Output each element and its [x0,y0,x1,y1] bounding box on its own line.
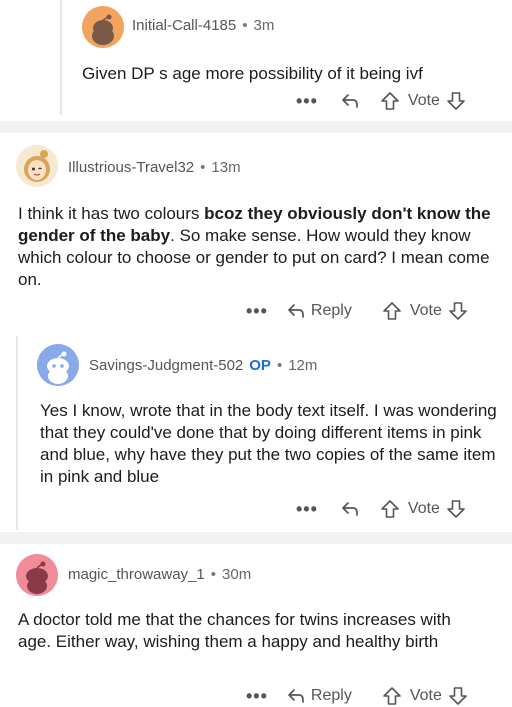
separator: • [276,357,283,374]
comment-4: magic_throwaway_1 • 30m A doctor told me… [0,544,512,707]
username[interactable]: magic_throwaway_1 [68,566,205,583]
upvote-button[interactable] [380,499,400,519]
reply-button[interactable] [340,500,360,518]
comment-actions: ••• Vote [296,87,466,115]
separator: • [210,566,217,583]
upvote-icon [381,92,399,110]
reply-icon [342,94,358,108]
more-options-button[interactable]: ••• [246,301,268,322]
upvote-button[interactable] [382,686,402,706]
timestamp: 30m [222,566,252,583]
reply-label: Reply [310,302,352,319]
comment-meta: Initial-Call-4185 • 3m [132,17,274,34]
comment-meta: Savings-Judgment-502 OP • 12m [89,357,317,374]
downvote-icon [447,92,465,110]
username[interactable]: Initial-Call-4185 [132,17,236,34]
snoo-avatar-icon [37,344,79,386]
avatar[interactable] [37,344,79,386]
upvote-button[interactable] [380,91,400,111]
comment-actions: ••• Reply Vote [246,297,468,325]
timestamp: 13m [211,159,241,176]
reply-button[interactable]: Reply [286,302,352,320]
comment-meta: Illustrious-Travel32 • 13m [68,159,241,176]
vote-label: Vote [407,500,440,517]
avatar[interactable] [16,145,58,187]
vote-label: Vote [409,302,442,319]
reply-button[interactable] [340,92,360,110]
separator: • [200,159,206,176]
comment-actions: ••• Vote [296,495,466,523]
downvote-button[interactable] [448,686,468,706]
username[interactable]: Illustrious-Travel32 [68,159,194,176]
comment-text: Yes I know, wrote that in the body text … [40,401,497,486]
reply-icon [288,304,304,318]
downvote-icon [449,687,467,705]
reply-label: Reply [310,687,352,704]
avatar[interactable] [82,6,124,48]
comment-2: Illustrious-Travel32 • 13m I think it ha… [0,133,512,333]
comment-text: I think it has two colours bcoz they obv… [18,203,498,291]
snoo-avatar-icon [82,6,124,48]
timestamp: 12m [288,357,318,374]
vote-label: Vote [407,92,440,109]
more-options-button[interactable]: ••• [296,499,318,520]
girl-avatar-icon [16,145,58,187]
downvote-icon [447,500,465,518]
comment-text: Given DP s age more possibility of it be… [82,64,423,83]
upvote-icon [381,500,399,518]
reply-icon [288,689,304,703]
timestamp: 3m [253,17,275,34]
comment-text: A doctor told me that the chances for tw… [18,610,451,651]
downvote-button[interactable] [446,499,466,519]
separator: • [242,17,248,34]
snoo-avatar-icon [16,554,58,596]
more-options-button[interactable]: ••• [246,686,268,707]
comment-actions: ••• Reply Vote [246,682,468,707]
comment-divider [0,532,512,544]
comment-1: Initial-Call-4185 • 3m Given DP s age mo… [0,0,512,118]
comment-text-part: I think it has two colours [18,204,205,223]
downvote-icon [449,302,467,320]
downvote-button[interactable] [448,301,468,321]
reply-button[interactable]: Reply [286,687,352,705]
upvote-icon [383,687,401,705]
vote-label: Vote [409,687,442,704]
comment-meta: magic_throwaway_1 • 30m [68,566,251,583]
reply-icon [342,502,358,516]
more-options-button[interactable]: ••• [296,91,318,112]
avatar[interactable] [16,554,58,596]
username[interactable]: Savings-Judgment-502 [89,357,243,374]
comment-divider [0,121,512,133]
op-badge: OP [249,357,271,374]
upvote-button[interactable] [382,301,402,321]
comment-3: Savings-Judgment-502 OP • 12m Yes I know… [0,336,512,532]
downvote-button[interactable] [446,91,466,111]
upvote-icon [383,302,401,320]
